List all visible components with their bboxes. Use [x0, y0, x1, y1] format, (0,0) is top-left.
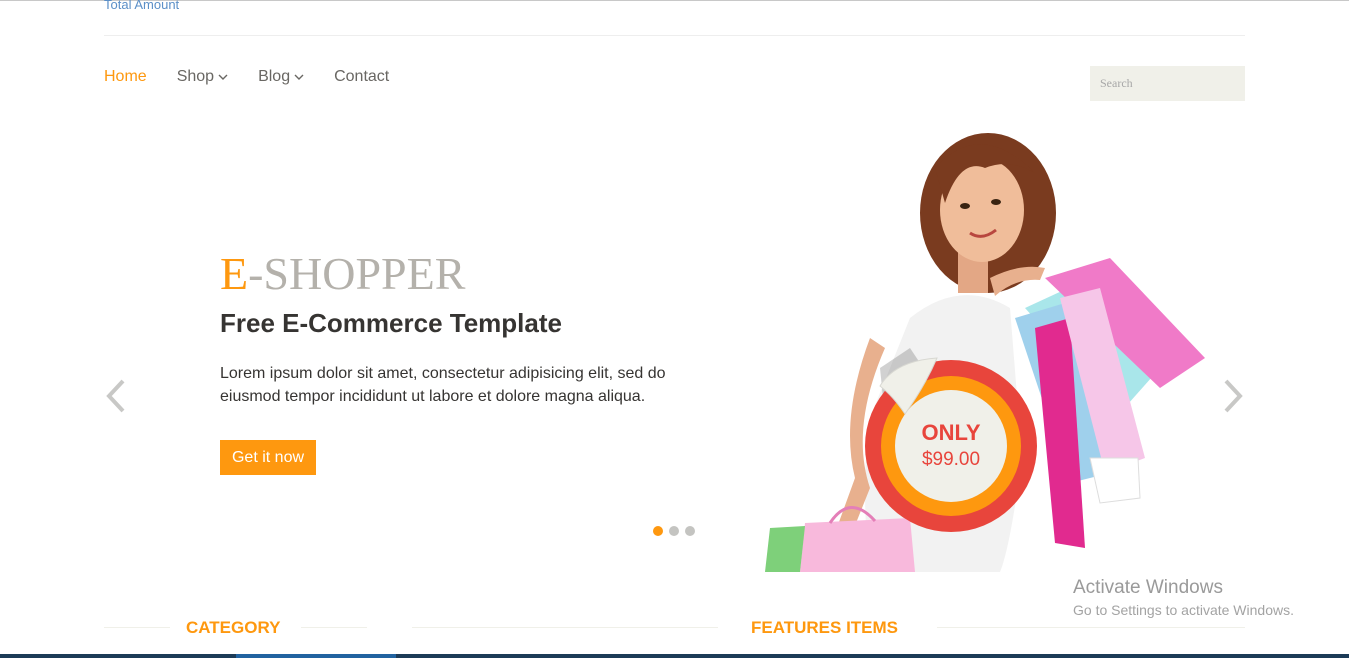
slider-tagline: Free E-Commerce Template [220, 308, 562, 338]
features-line-left [412, 627, 718, 628]
activate-windows-title: Activate Windows [1073, 577, 1223, 598]
slider-brand-title: E-SHOPPER [220, 247, 465, 300]
get-it-now-button[interactable]: Get it now [220, 440, 316, 475]
brand-letter: E [220, 248, 249, 299]
nav-item-label: Blog [258, 68, 291, 85]
slider-dot[interactable] [685, 526, 695, 536]
taskbar-edge [0, 654, 1349, 658]
slider-indicators [653, 526, 701, 536]
price-badge: ONLY $99.00 [865, 357, 1037, 532]
nav-item-contact[interactable]: Contact [334, 66, 389, 88]
chevron-right-icon[interactable] [1221, 378, 1245, 414]
header-divider [104, 35, 1245, 36]
nav-item-home[interactable]: Home [104, 66, 147, 88]
category-title: CATEGORY [186, 618, 281, 637]
slider-dot[interactable] [653, 526, 663, 536]
nav-item-blog[interactable]: Blog [258, 66, 304, 88]
brand-rest: -SHOPPER [248, 248, 466, 299]
top-border [0, 0, 1349, 1]
nav-item-label: Contact [334, 68, 390, 85]
features-line-right [937, 627, 1245, 628]
nav-item-shop[interactable]: Shop [177, 66, 228, 88]
page-curl-icon [879, 357, 938, 415]
search-input[interactable] [1090, 66, 1245, 101]
total-amount-link[interactable]: Total Amount [104, 0, 179, 12]
slider-dot[interactable] [669, 526, 679, 536]
category-line-left [104, 627, 170, 628]
main-nav: Home Shop Blog Contact [104, 66, 419, 88]
slider-description: Lorem ipsum dolor sit amet, consectetur … [220, 365, 666, 405]
category-line-right [301, 627, 367, 628]
chevron-down-icon [218, 74, 228, 80]
badge-price: $99.00 [921, 449, 981, 470]
nav-item-label: Home [104, 68, 147, 85]
chevron-down-icon [294, 74, 304, 80]
chevron-left-icon[interactable] [104, 378, 128, 414]
taskbar-active-segment [236, 654, 396, 658]
nav-item-label: Shop [176, 68, 215, 85]
features-items-title: FEATURES ITEMS [751, 618, 899, 637]
activate-windows-subtitle: Go to Settings to activate Windows. [1073, 602, 1294, 618]
badge-only-label: ONLY [921, 420, 981, 445]
